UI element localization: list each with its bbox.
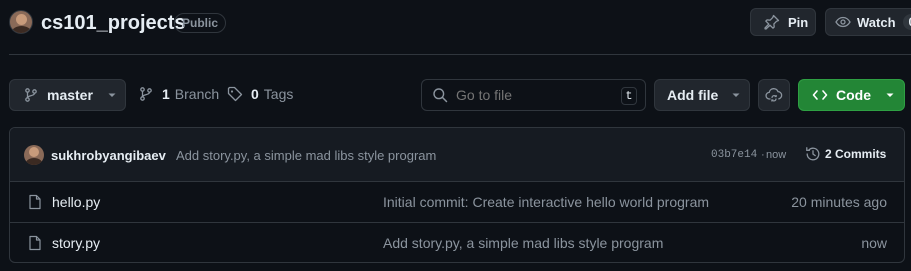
file-icon [27,235,43,251]
commit-separator: · [761,149,765,161]
caret-down-icon [885,90,895,100]
commit-time: now [766,149,787,161]
codespaces-sync-button[interactable] [758,79,790,111]
add-file-button[interactable]: Add file [654,79,750,111]
commit-author[interactable]: sukhrobyangibaev [51,148,166,163]
commit-message[interactable]: Add story.py, a simple mad libs style pr… [176,148,436,163]
file-row[interactable]: story.py Add story.py, a simple mad libs… [10,223,904,262]
tag-count: 0 [251,86,259,102]
branch-selector[interactable]: master [9,79,126,111]
watch-count: 0 [902,14,911,30]
commits-label: 2 Commits [825,147,887,161]
header-divider [9,54,911,55]
file-commit-message[interactable]: Add story.py, a simple mad libs style pr… [383,235,663,251]
tag-icon [227,86,243,102]
branch-name: master [47,87,93,103]
cloud-sync-icon [765,87,783,103]
file-name[interactable]: hello.py [52,194,100,210]
branch-count: 1 [162,86,170,102]
file-commit-time: 20 minutes ago [791,194,887,210]
pin-icon [764,14,780,30]
pin-button[interactable]: Pin [750,8,816,36]
pin-label: Pin [788,14,809,30]
caret-down-icon [731,90,741,100]
commits-link[interactable]: 2 Commits [805,146,886,162]
tags-link[interactable]: 0 Tags [227,86,293,102]
commit-hash[interactable]: 03b7e14 [711,149,757,161]
search-icon [432,87,448,103]
add-file-label: Add file [667,87,719,103]
file-commit-time: now [861,235,887,251]
file-name[interactable]: story.py [52,235,100,251]
file-row[interactable]: hello.py Initial commit: Create interact… [10,182,904,223]
visibility-badge: Public [174,13,227,33]
git-branch-icon [138,86,154,102]
branch-word: Branch [174,86,220,102]
code-button[interactable]: Code [798,79,905,111]
watch-button[interactable]: Watch 0 [825,8,911,36]
file-icon [27,194,43,210]
latest-commit-row: sukhrobyangibaev Add story.py, a simple … [10,128,904,182]
branches-link[interactable]: 1 Branch [138,86,219,102]
watch-label: Watch [857,14,896,30]
eye-icon [835,14,851,30]
repo-name-link[interactable]: cs101_projects [41,10,186,36]
code-icon [812,87,828,103]
file-commit-message[interactable]: Initial commit: Create interactive hello… [383,194,709,210]
file-table: sukhrobyangibaev Add story.py, a simple … [9,127,905,263]
git-branch-icon [23,87,39,103]
search-shortcut-key: t [621,87,637,105]
caret-down-icon [107,90,117,100]
owner-avatar[interactable] [9,10,33,34]
go-to-file-search[interactable]: t [421,79,646,111]
tag-word: Tags [263,86,294,102]
author-avatar[interactable] [24,145,44,165]
code-label: Code [836,87,871,103]
go-to-file-input[interactable] [456,87,616,103]
history-icon [805,146,821,162]
